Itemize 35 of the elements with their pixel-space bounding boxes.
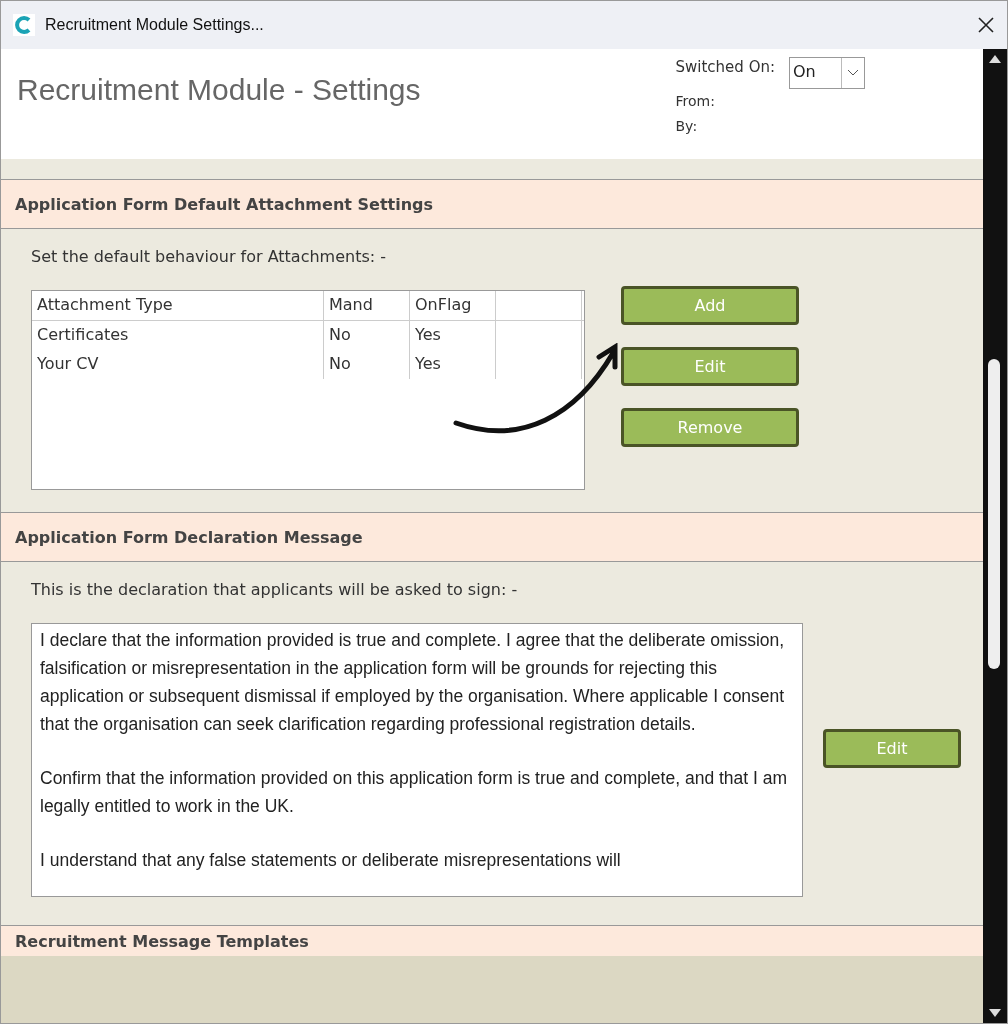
- switched-on-label: Switched On:: [675, 57, 775, 78]
- table-cell: Yes: [410, 350, 496, 379]
- section-heading: Application Form Default Attachment Settings: [15, 194, 434, 214]
- table-cell: No: [324, 350, 410, 379]
- section-heading: Recruitment Message Templates: [15, 931, 309, 951]
- declaration-paragraph: I understand that any false statements or deliberate misrepresentations will: [40, 849, 622, 872]
- edit-button[interactable]: Edit: [823, 728, 961, 768]
- table-cell: Your CV: [32, 350, 324, 379]
- switched-on-dropdown[interactable]: On: [789, 57, 865, 89]
- from-label: From:: [675, 92, 716, 111]
- page-title: Recruitment Module - Settings: [17, 73, 421, 108]
- scroll-down-icon[interactable]: [989, 1009, 1001, 1017]
- column-header: Mand: [324, 291, 410, 320]
- window-title: Recruitment Module Settings...: [45, 16, 265, 34]
- section-intro: This is the declaration that applicants will be asked to sign: -: [31, 580, 519, 599]
- scrollbar[interactable]: [983, 49, 1007, 1023]
- declaration-text-box[interactable]: [31, 623, 803, 897]
- chevron-down-icon: [847, 69, 859, 77]
- by-label: By:: [675, 117, 699, 136]
- section-intro: Set the default behaviour for Attachments: -: [31, 247, 387, 266]
- declaration-paragraph: I declare that the information provided is true and complete. I agree that the deliberate omission, falsification or misrepresentation in the application form will be grounds for rejecting this application or subsequent dismissal if employed by the organisation. Where applicable I consent that the organisation can seek clarification regarding professional registration details.: [40, 629, 786, 736]
- section-heading: Application Form Declaration Message: [15, 527, 363, 547]
- column-header: OnFlag: [410, 291, 496, 320]
- close-icon[interactable]: [977, 16, 995, 34]
- column-header: Attachment Type: [32, 291, 324, 320]
- table-cell: Certificates: [32, 321, 324, 350]
- action-button[interactable]: Add: [621, 286, 799, 325]
- app-logo-icon: [13, 14, 35, 36]
- table-cell: Yes: [410, 321, 496, 350]
- table-cell: No: [324, 321, 410, 350]
- scroll-thumb[interactable]: [988, 359, 1000, 669]
- declaration-paragraph: Confirm that the information provided on this application form is true and complete, and that I am legally entitled to work in the UK.: [40, 767, 789, 818]
- scroll-up-icon[interactable]: [989, 55, 1001, 63]
- action-button[interactable]: Edit: [621, 347, 799, 386]
- action-button[interactable]: Remove: [621, 408, 799, 447]
